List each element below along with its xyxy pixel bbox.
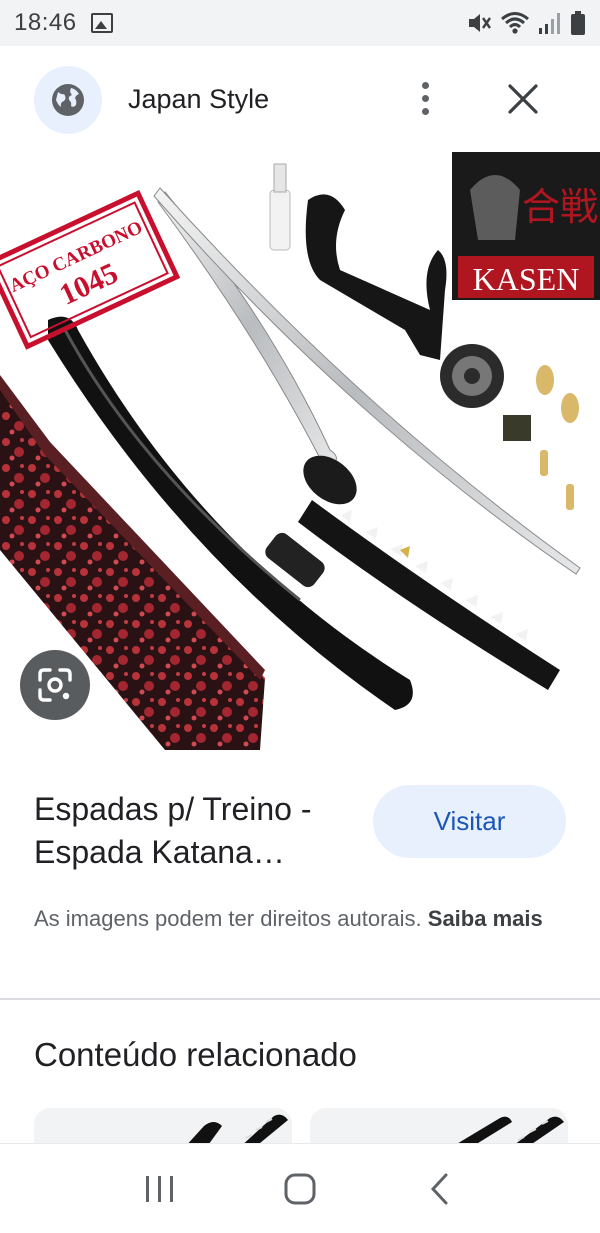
close-button[interactable] — [502, 78, 544, 120]
recents-button[interactable] — [130, 1159, 190, 1219]
related-thumbnail[interactable] — [34, 1108, 292, 1148]
related-thumbnail[interactable] — [310, 1108, 568, 1148]
site-title: Japan Style — [128, 84, 270, 114]
learn-more-link[interactable]: Saiba mais — [428, 906, 543, 931]
lens-button[interactable] — [20, 650, 90, 720]
home-button[interactable] — [270, 1159, 330, 1219]
status-bar: 18:46 — [0, 0, 600, 46]
status-icons — [466, 10, 586, 36]
more-options-button[interactable] — [408, 76, 442, 120]
gallery-icon — [90, 13, 113, 33]
lens-icon — [38, 668, 72, 702]
result-title[interactable]: Espadas p/ Treino - Espada Katana… — [34, 788, 364, 874]
signal-icon — [539, 13, 560, 34]
katana-thumbnail-image — [184, 1114, 288, 1148]
copyright-notice: As imagens podem ter direitos autorais. … — [34, 902, 554, 935]
related-content-title: Conteúdo relacionado — [34, 1036, 357, 1073]
more-vert-icon — [421, 81, 429, 89]
katana-thumbnail-image — [450, 1116, 564, 1148]
status-time: 18:46 — [14, 9, 77, 36]
kasen-logo: KASEN — [473, 261, 580, 297]
site-badge[interactable] — [34, 66, 102, 134]
back-icon — [430, 1173, 448, 1204]
close-icon — [508, 84, 538, 114]
copyright-text: As imagens podem ter direitos autorais. — [34, 906, 422, 931]
recents-icon — [146, 1175, 173, 1202]
katana-illustration: KASEN 合戦 AÇO CARBONO 1045 — [0, 152, 600, 750]
section-divider — [0, 998, 600, 1000]
visit-button[interactable]: Visitar — [373, 785, 566, 858]
system-nav-bar — [0, 1143, 600, 1233]
kasen-kanji: 合戦 — [522, 185, 598, 229]
product-image[interactable]: KASEN 合戦 AÇO CARBONO 1045 — [0, 150, 600, 750]
home-icon — [284, 1173, 316, 1204]
mute-icon — [469, 14, 491, 32]
header: Japan Style — [0, 46, 600, 150]
globe-icon — [52, 84, 84, 116]
wifi-icon — [501, 12, 529, 34]
carbon-steel-stamp: AÇO CARBONO 1045 — [0, 189, 181, 350]
battery-icon — [571, 11, 585, 35]
back-button[interactable] — [410, 1159, 470, 1219]
